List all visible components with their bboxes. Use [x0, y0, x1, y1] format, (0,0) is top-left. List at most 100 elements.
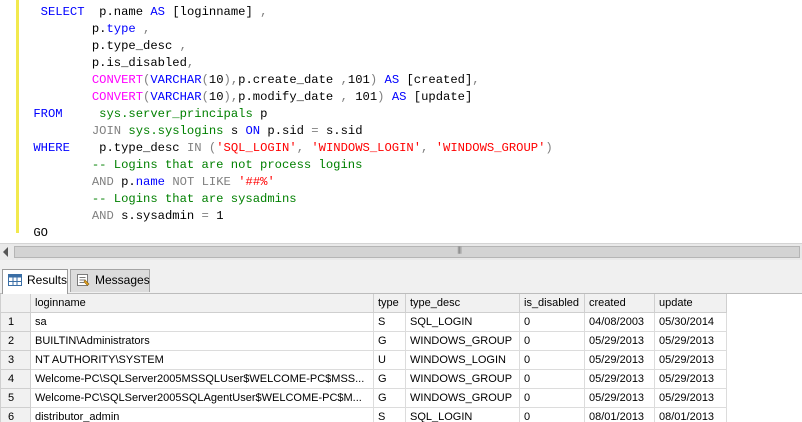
- cell-is-disabled[interactable]: 0: [519, 312, 585, 332]
- row-number[interactable]: 2: [0, 331, 31, 351]
- row-number[interactable]: 5: [0, 388, 31, 408]
- code-token: ),: [223, 73, 239, 87]
- column-header-type-desc[interactable]: type_desc: [405, 294, 520, 313]
- cell-is-disabled[interactable]: 0: [519, 331, 585, 351]
- cell-created[interactable]: 05/29/2013: [584, 369, 655, 389]
- cell-created[interactable]: 04/08/2003: [584, 312, 655, 332]
- table-row[interactable]: 5 Welcome-PC\SQLServer2005SQLAgentUser$W…: [0, 388, 727, 408]
- code-token: ,: [421, 141, 436, 155]
- cell-type[interactable]: S: [373, 312, 406, 332]
- cell-created[interactable]: 05/29/2013: [584, 350, 655, 370]
- cell-update[interactable]: 05/29/2013: [654, 369, 727, 389]
- code-line[interactable]: AND s.sysadmin = 1: [26, 208, 224, 225]
- cell-type-desc[interactable]: SQL_LOGIN: [405, 407, 520, 422]
- code-line[interactable]: AND p.name NOT LIKE '##%': [26, 174, 275, 191]
- cell-created[interactable]: 08/01/2013: [584, 407, 655, 422]
- code-line[interactable]: -- Logins that are sysadmins: [26, 191, 297, 208]
- code-token: ): [377, 90, 385, 104]
- cell-is-disabled[interactable]: 0: [519, 407, 585, 422]
- table-row[interactable]: 3 NT AUTHORITY\SYSTEM U WINDOWS_LOGIN 0 …: [0, 350, 727, 370]
- cell-is-disabled[interactable]: 0: [519, 350, 585, 370]
- code-line[interactable]: -- Logins that are not process logins: [26, 157, 363, 174]
- corner-cell[interactable]: [0, 294, 31, 313]
- column-header-loginname[interactable]: loginname: [30, 294, 374, 313]
- table-row[interactable]: 6 distributor_admin S SQL_LOGIN 0 08/01/…: [0, 407, 727, 422]
- table-row[interactable]: 4 Welcome-PC\SQLServer2005MSSQLUser$WELC…: [0, 369, 727, 389]
- cell-update[interactable]: 05/29/2013: [654, 350, 727, 370]
- code-line[interactable]: CONVERT(VARCHAR(10),p.create_date ,101) …: [26, 72, 480, 89]
- row-number[interactable]: 1: [0, 312, 31, 332]
- code-token: FROM: [33, 107, 63, 121]
- cell-loginname[interactable]: Welcome-PC\SQLServer2005SQLAgentUser$WEL…: [30, 388, 374, 408]
- cell-loginname[interactable]: Welcome-PC\SQLServer2005MSSQLUser$WELCOM…: [30, 369, 374, 389]
- results-grid[interactable]: loginname type type_desc is_disabled cre…: [0, 294, 802, 422]
- cell-is-disabled[interactable]: 0: [519, 388, 585, 408]
- cell-type[interactable]: S: [373, 407, 406, 422]
- cell-is-disabled[interactable]: 0: [519, 369, 585, 389]
- cell-type-desc[interactable]: WINDOWS_GROUP: [405, 369, 520, 389]
- tab-messages[interactable]: Messages: [70, 269, 150, 292]
- cell-created[interactable]: 05/29/2013: [584, 331, 655, 351]
- code-line[interactable]: GO: [26, 225, 48, 242]
- code-line[interactable]: p.is_disabled,: [26, 55, 194, 72]
- code-line[interactable]: SELECT p.name AS [loginname] ,: [26, 4, 268, 21]
- cell-update[interactable]: 05/29/2013: [654, 331, 727, 351]
- editor-gutter: [0, 0, 16, 243]
- row-number[interactable]: 6: [0, 407, 31, 422]
- column-header-type[interactable]: type: [373, 294, 406, 313]
- code-token: =: [311, 124, 319, 138]
- column-header-is-disabled[interactable]: is_disabled: [519, 294, 585, 313]
- code-token: p.create_date: [238, 73, 341, 87]
- code-token: ,: [296, 141, 312, 155]
- sql-editor[interactable]: SELECT p.name AS [loginname] , p.type , …: [0, 0, 802, 243]
- row-number[interactable]: 3: [0, 350, 31, 370]
- scroll-left-arrow-icon[interactable]: [3, 247, 8, 257]
- code-line[interactable]: WHERE p.type_desc IN ('SQL_LOGIN', 'WIND…: [26, 140, 552, 157]
- horizontal-scrollbar[interactable]: |||: [0, 243, 802, 260]
- scrollbar-thumb[interactable]: [14, 246, 800, 258]
- cell-update[interactable]: 08/01/2013: [654, 407, 727, 422]
- cell-type-desc[interactable]: SQL_LOGIN: [405, 312, 520, 332]
- cell-update[interactable]: 05/29/2013: [654, 388, 727, 408]
- code-token: type: [106, 22, 136, 36]
- table-row[interactable]: 2 BUILTIN\Administrators G WINDOWS_GROUP…: [0, 331, 727, 351]
- code-token: 101: [347, 90, 378, 104]
- code-token: p.type_desc: [69, 141, 187, 155]
- code-line[interactable]: FROM sys.server_principals p: [26, 106, 267, 123]
- cell-loginname[interactable]: NT AUTHORITY\SYSTEM: [30, 350, 374, 370]
- cell-type[interactable]: G: [373, 388, 406, 408]
- row-number[interactable]: 4: [0, 369, 31, 389]
- code-line[interactable]: CONVERT(VARCHAR(10),p.modify_date , 101)…: [26, 89, 472, 106]
- cell-loginname[interactable]: distributor_admin: [30, 407, 374, 422]
- cell-type-desc[interactable]: WINDOWS_LOGIN: [405, 350, 520, 370]
- cell-type[interactable]: U: [373, 350, 406, 370]
- tab-results[interactable]: Results: [2, 269, 68, 294]
- code-token: SELECT: [40, 5, 85, 19]
- column-header-update[interactable]: update: [654, 294, 727, 313]
- cell-loginname[interactable]: sa: [30, 312, 374, 332]
- cell-loginname[interactable]: BUILTIN\Administrators: [30, 331, 374, 351]
- cell-type[interactable]: G: [373, 369, 406, 389]
- code-token: name: [135, 175, 165, 189]
- cell-created[interactable]: 05/29/2013: [584, 388, 655, 408]
- code-line[interactable]: JOIN sys.syslogins s ON p.sid = s.sid: [26, 123, 363, 140]
- code-line[interactable]: p.type_desc ,: [26, 38, 187, 55]
- code-token: p.name: [84, 5, 151, 19]
- table-row[interactable]: 1 sa S SQL_LOGIN 0 04/08/2003 05/30/2014: [0, 312, 727, 332]
- column-header-created[interactable]: created: [584, 294, 655, 313]
- code-line[interactable]: p.type ,: [26, 21, 151, 38]
- cell-type-desc[interactable]: WINDOWS_GROUP: [405, 331, 520, 351]
- code-token: ,: [179, 39, 187, 53]
- code-token: 10: [208, 73, 224, 87]
- cell-type[interactable]: G: [373, 331, 406, 351]
- cell-type-desc[interactable]: WINDOWS_GROUP: [405, 388, 520, 408]
- cell-update[interactable]: 05/30/2014: [654, 312, 727, 332]
- code-token: -- Logins that are not process logins: [91, 158, 363, 172]
